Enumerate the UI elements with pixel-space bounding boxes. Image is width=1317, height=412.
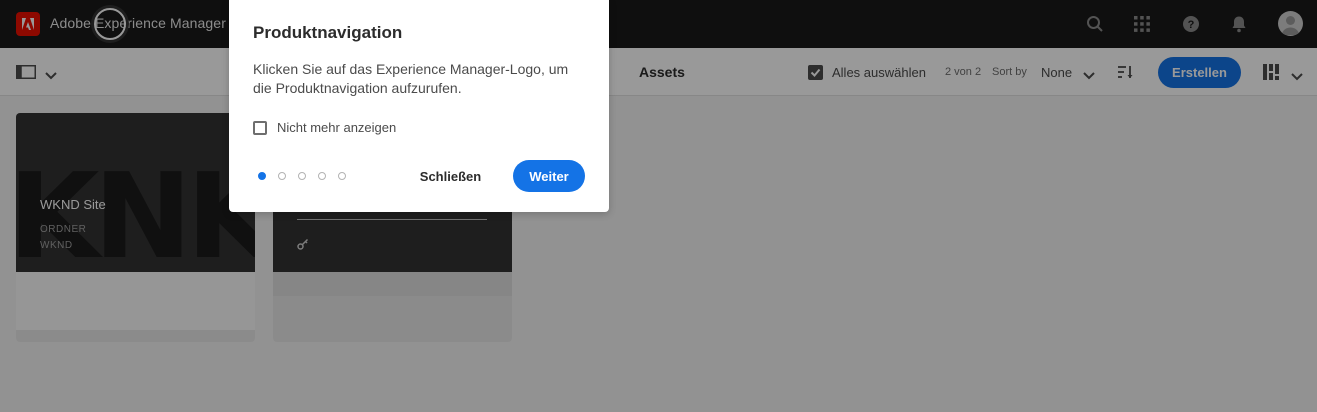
modal-overlay[interactable] bbox=[0, 0, 1317, 412]
dont-show-again-label[interactable]: Nicht mehr anzeigen bbox=[277, 120, 396, 135]
dialog-title: Produktnavigation bbox=[253, 23, 403, 42]
step-dot-2[interactable] bbox=[278, 172, 286, 180]
next-button[interactable]: Weiter bbox=[513, 160, 585, 192]
close-button[interactable]: Schließen bbox=[412, 160, 489, 192]
step-dot-3[interactable] bbox=[298, 172, 306, 180]
step-dot-1[interactable] bbox=[258, 172, 266, 180]
step-indicator bbox=[258, 172, 346, 180]
dont-show-again-checkbox[interactable] bbox=[253, 121, 267, 135]
dialog-body: Klicken Sie auf das Experience Manager-L… bbox=[253, 61, 569, 96]
step-dot-5[interactable] bbox=[338, 172, 346, 180]
step-dot-4[interactable] bbox=[318, 172, 326, 180]
onboarding-dialog: Produktnavigation Klicken Sie auf das Ex… bbox=[229, 0, 609, 212]
